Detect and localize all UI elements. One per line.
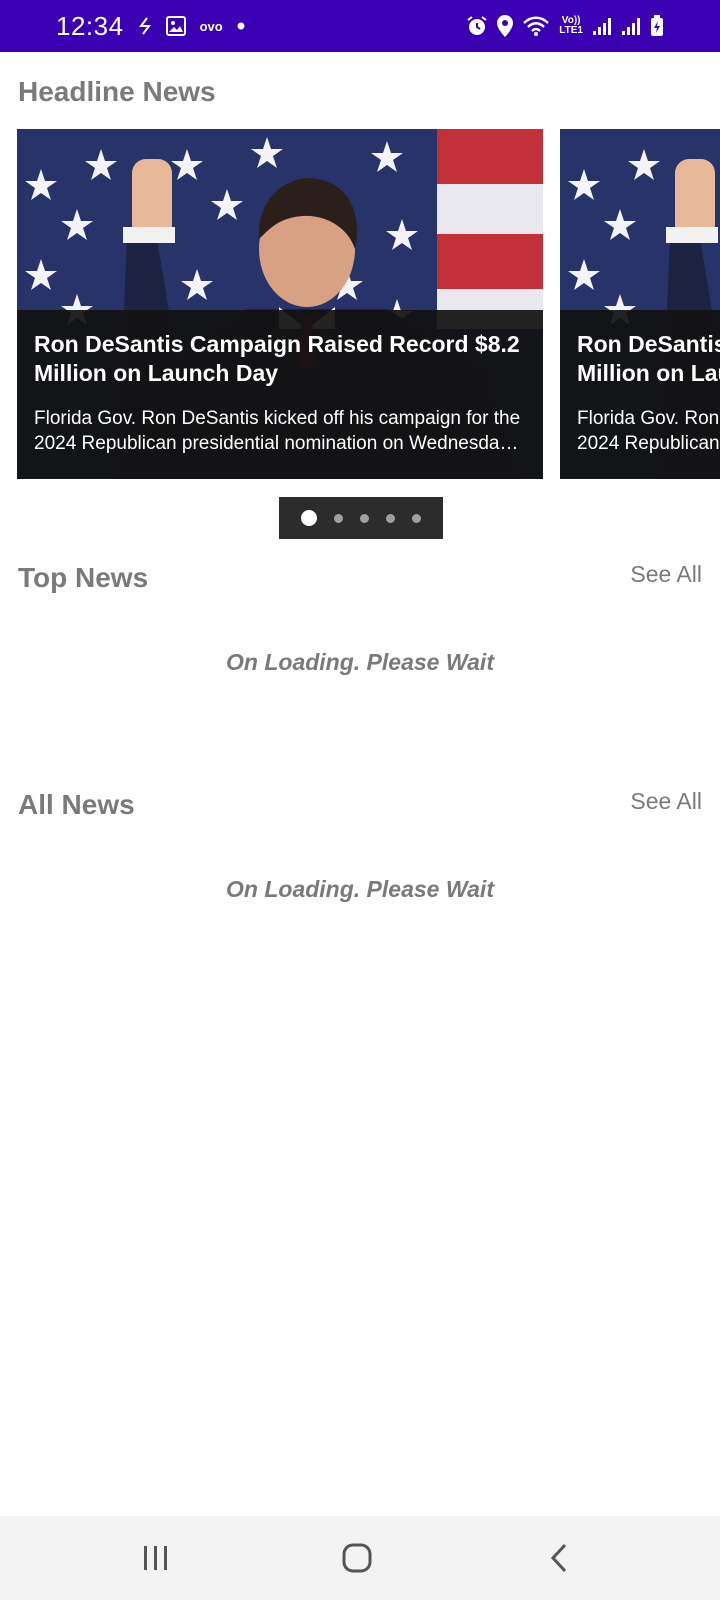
location-icon: [497, 15, 514, 37]
top-news-title: Top News: [18, 562, 149, 593]
headline-card[interactable]: Ron DeSantis Campaign Raised Record $8.2…: [17, 129, 543, 479]
notification-dot-icon: [237, 22, 245, 30]
sync-icon: [138, 16, 152, 36]
all-news-title: All News: [18, 789, 135, 820]
back-icon: [550, 1543, 567, 1573]
article-title: Ron DeSantis Campaign Raised Record $8.2…: [34, 331, 520, 386]
article-description: Florida Gov. Ron DeSantis kicked off his…: [577, 408, 720, 454]
gallery-icon: [165, 16, 186, 36]
battery-charging-icon: [650, 15, 664, 37]
signal-1-icon: [592, 16, 612, 36]
article-title: Ron DeSantis Campaign Raised Record $8.2…: [577, 331, 720, 386]
headline-news-title: Headline News: [18, 76, 216, 107]
all-news-see-all-link[interactable]: See All: [630, 788, 702, 815]
pager-dot[interactable]: [386, 513, 395, 523]
ovo-app-icon: ovo: [199, 18, 223, 34]
article-description: Florida Gov. Ron DeSantis kicked off his…: [34, 408, 521, 454]
lte-label: LTE1: [559, 25, 583, 36]
status-bar: 12:34 ovo Vo)) LTE1: [0, 0, 720, 52]
status-time: 12:34: [56, 10, 124, 41]
carousel-pager: [279, 497, 443, 539]
all-news-loading-text: On Loading. Please Wait: [226, 876, 494, 902]
pager-dot[interactable]: [360, 513, 369, 523]
headline-carousel[interactable]: Ron DeSantis Campaign Raised Record $8.2…: [17, 129, 720, 479]
pager-dot[interactable]: [334, 513, 343, 523]
top-news-see-all-link[interactable]: See All: [630, 561, 702, 588]
system-nav-bar: [0, 1516, 720, 1600]
recents-icon: [144, 1546, 167, 1570]
volte-indicator: Vo)) LTE1: [559, 16, 583, 36]
pager-dot[interactable]: [301, 510, 317, 526]
article-caption: Ron DeSantis Campaign Raised Record $8.2…: [560, 310, 720, 479]
signal-2-icon: [621, 16, 641, 36]
top-news-loading-text: On Loading. Please Wait: [226, 649, 494, 675]
article-caption: Ron DeSantis Campaign Raised Record $8.2…: [17, 310, 543, 479]
back-button[interactable]: [519, 1516, 599, 1600]
alarm-icon: [466, 15, 488, 37]
headline-card[interactable]: Ron DeSantis Campaign Raised Record $8.2…: [560, 129, 720, 479]
wifi-icon: [522, 15, 550, 37]
recents-button[interactable]: [116, 1516, 196, 1600]
pager-dot[interactable]: [412, 513, 421, 523]
home-icon: [342, 1543, 372, 1573]
home-button[interactable]: [317, 1516, 397, 1600]
